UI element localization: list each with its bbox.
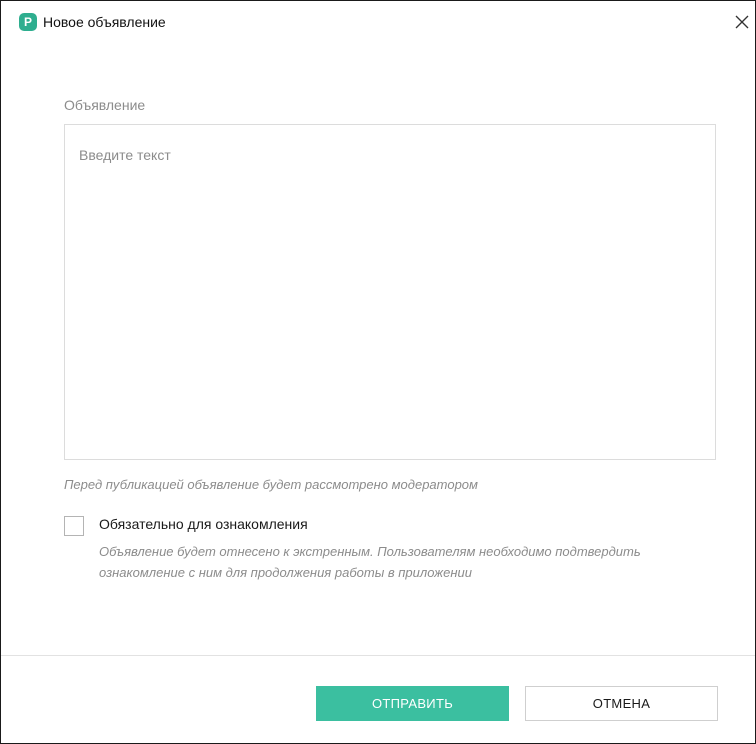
close-button[interactable] [729, 9, 755, 35]
announcement-textarea[interactable]: Введите текст [64, 124, 716, 460]
submit-button[interactable]: ОТПРАВИТЬ [316, 686, 509, 721]
required-reading-checkbox[interactable] [64, 516, 84, 536]
textarea-placeholder: Введите текст [79, 147, 171, 163]
moderation-note: Перед публикацией объявление будет рассм… [64, 477, 478, 492]
title-bar: P Новое объявление [1, 1, 755, 41]
window-title: Новое объявление [43, 14, 166, 30]
app-logo-icon: P [19, 13, 37, 31]
cancel-button[interactable]: ОТМЕНА [525, 686, 718, 721]
close-icon [735, 15, 749, 29]
footer-divider [1, 655, 755, 656]
announcement-field-label: Объявление [64, 97, 146, 113]
required-reading-hint: Объявление будет отнесено к экстренным. … [99, 544, 641, 580]
required-reading-label[interactable]: Обязательно для ознакомления [99, 516, 308, 532]
new-announcement-dialog: P Новое объявление Объявление Введите те… [0, 0, 756, 744]
app-logo-letter: P [23, 15, 32, 29]
